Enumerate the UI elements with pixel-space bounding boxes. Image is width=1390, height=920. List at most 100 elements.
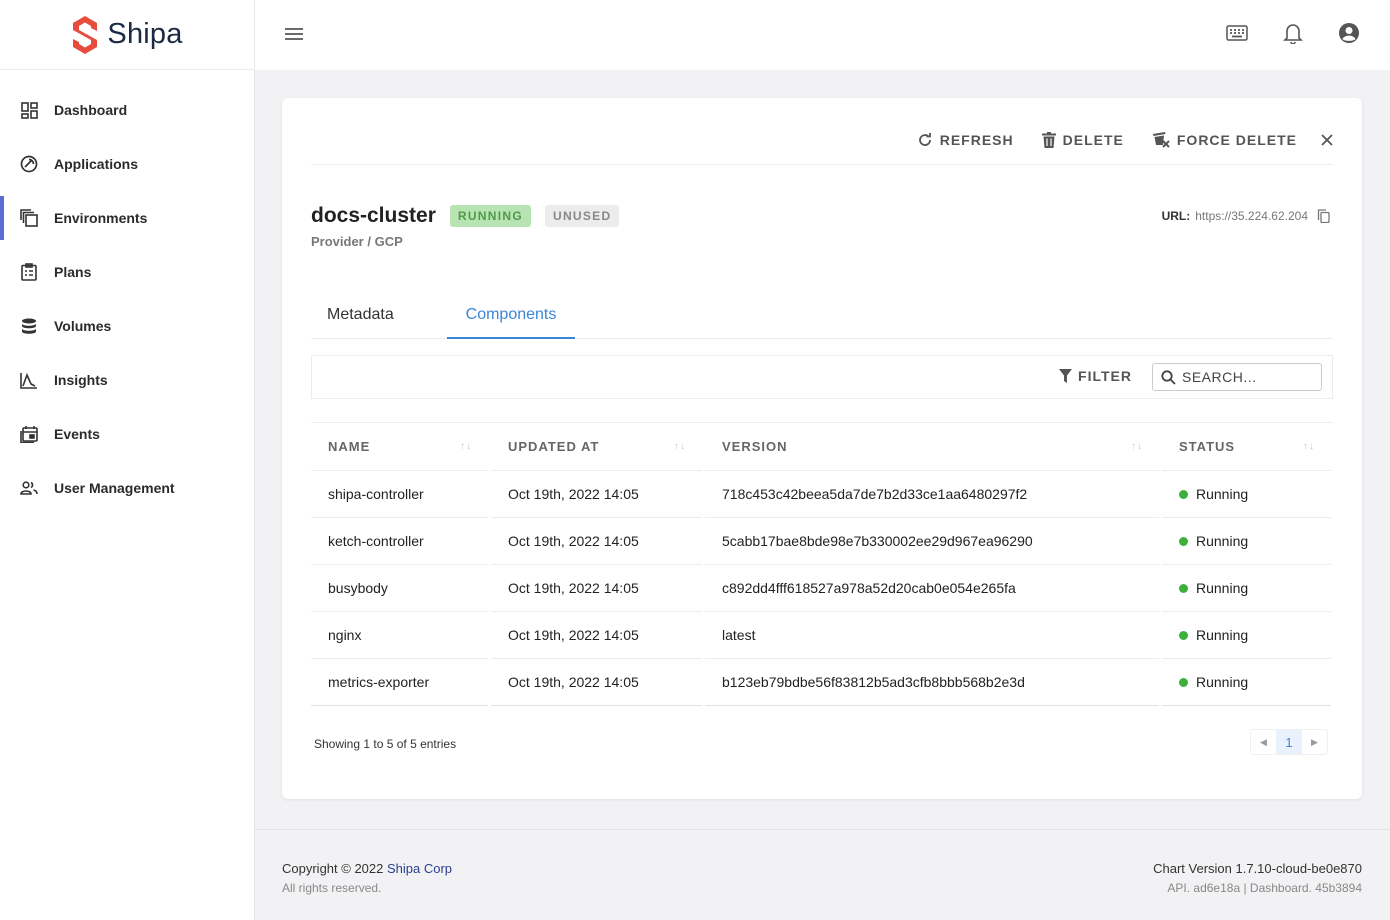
account-icon[interactable] (1338, 22, 1360, 44)
cell-name: busybody (311, 565, 488, 612)
table-row[interactable]: shipa-controller Oct 19th, 2022 14:05 71… (311, 471, 1333, 518)
search-icon (1161, 369, 1176, 385)
filter-label: FILTER (1078, 368, 1132, 384)
table-row[interactable]: metrics-exporter Oct 19th, 2022 14:05 b1… (311, 659, 1333, 706)
status-badge-unused: UNUSED (544, 205, 620, 227)
insights-icon (20, 371, 38, 389)
bell-icon[interactable] (1282, 22, 1304, 44)
sort-icon: ↑↓ (1303, 441, 1315, 452)
sidebar-item-volumes[interactable]: Volumes (0, 299, 254, 353)
sidebar-item-label: Environments (54, 210, 148, 226)
sidebar-item-dashboard[interactable]: Dashboard (0, 83, 254, 137)
cell-updated-at: Oct 19th, 2022 14:05 (491, 565, 702, 612)
cell-name: metrics-exporter (311, 659, 488, 706)
table-info: Showing 1 to 5 of 5 entries (314, 737, 457, 751)
cell-version: c892dd4fff618527a978a52d20cab0e054e265fa (705, 565, 1159, 612)
sidebar-item-label: Insights (54, 372, 108, 388)
column-header-version[interactable]: VERSION ↑↓ (705, 423, 1159, 471)
table-row[interactable]: nginx Oct 19th, 2022 14:05 latest Runnin… (311, 612, 1333, 659)
shipa-logo-icon (73, 15, 98, 54)
table-header: NAME ↑↓ UPDATED AT ↑↓ VERSION ↑↓ STATUS ↑↓ (311, 423, 1333, 471)
table-row[interactable]: busybody Oct 19th, 2022 14:05 c892dd4fff… (311, 565, 1333, 612)
sort-icon: ↑↓ (1131, 441, 1143, 452)
close-button[interactable] (1321, 133, 1333, 146)
sidebar-item-insights[interactable]: Insights (0, 353, 254, 407)
volumes-icon (20, 317, 38, 335)
page-button[interactable]: 1 (1276, 730, 1302, 754)
previous-page-icon[interactable]: ◀ (1251, 737, 1276, 748)
card-actions: REFRESH DELETE FORCE DELETE (917, 131, 1333, 148)
sidebar: Shipa Dashboard Applications Environment… (0, 0, 255, 920)
sidebar-item-label: Applications (54, 156, 139, 172)
cell-updated-at: Oct 19th, 2022 14:05 (491, 612, 702, 659)
environments-icon (20, 209, 38, 227)
copyright-text: Copyright © 2022 (282, 861, 387, 876)
keyboard-icon[interactable] (1226, 22, 1248, 44)
footer-left: Copyright © 2022 Shipa Corp All rights r… (282, 861, 452, 895)
cell-version: 718c453c42beea5da7de7b2d33ce1aa6480297f2 (705, 471, 1159, 518)
copy-icon[interactable] (1317, 209, 1330, 223)
pagination: ◀ 1 ▶ (1250, 729, 1328, 755)
search-box (1152, 363, 1322, 391)
user-management-icon (20, 479, 38, 497)
sidebar-item-label: Plans (54, 264, 92, 280)
brand-name: Shipa (107, 18, 183, 50)
sidebar-item-plans[interactable]: Plans (0, 245, 254, 299)
status-text: Running (1196, 580, 1249, 596)
url-label: URL: (1161, 209, 1191, 223)
menu-icon[interactable] (284, 26, 304, 42)
cell-updated-at: Oct 19th, 2022 14:05 (491, 471, 702, 518)
company-link[interactable]: Shipa Corp (387, 861, 452, 876)
copyright: Copyright © 2022 Shipa Corp (282, 861, 452, 876)
topbar-actions (1226, 22, 1360, 44)
column-header-status[interactable]: STATUS ↑↓ (1162, 423, 1331, 471)
cell-version: 5cabb17bae8bde98e7b330002ee29d967ea96290 (705, 518, 1159, 565)
cell-updated-at: Oct 19th, 2022 14:05 (491, 518, 702, 565)
tab-metadata[interactable]: Metadata (311, 294, 447, 339)
brand-logo[interactable]: Shipa (0, 0, 254, 70)
cell-name: shipa-controller (311, 471, 488, 518)
sort-icon: ↑↓ (460, 441, 472, 452)
dashboard-icon (20, 101, 38, 119)
filter-button[interactable]: FILTER (1059, 368, 1132, 384)
url-value[interactable]: https://35.224.62.204 (1195, 209, 1308, 223)
build-info: API. ad6e18a | Dashboard. 45b3894 (1167, 881, 1362, 895)
cell-name: ketch-controller (311, 518, 488, 565)
status-text: Running (1196, 486, 1249, 502)
cell-status: Running (1162, 518, 1331, 565)
refresh-icon (918, 132, 931, 146)
status-dot-icon (1179, 489, 1188, 499)
cell-name: nginx (311, 612, 488, 659)
column-header-updated-at[interactable]: UPDATED AT ↑↓ (491, 423, 702, 471)
environment-header: docs-cluster RUNNING UNUSED (311, 204, 620, 228)
refresh-label: REFRESH (939, 131, 1014, 148)
cell-status: Running (1162, 659, 1331, 706)
force-delete-button[interactable]: FORCE DELETE (1152, 131, 1297, 148)
tab-bar: Metadata Components (311, 294, 1333, 339)
next-page-icon[interactable]: ▶ (1302, 737, 1327, 748)
sidebar-item-label: Dashboard (54, 102, 128, 118)
cell-status: Running (1162, 565, 1331, 612)
search-input[interactable] (1182, 369, 1312, 385)
provider-label: Provider / GCP (311, 234, 403, 249)
sidebar-nav: Dashboard Applications Environments Plan… (0, 70, 254, 515)
sidebar-item-user-management[interactable]: User Management (0, 461, 254, 515)
sidebar-item-environments[interactable]: Environments (0, 196, 254, 240)
page-title: docs-cluster (311, 204, 436, 227)
column-header-name[interactable]: NAME ↑↓ (311, 423, 488, 471)
table-row[interactable]: ketch-controller Oct 19th, 2022 14:05 5c… (311, 518, 1333, 565)
delete-button[interactable]: DELETE (1041, 131, 1124, 148)
delete-label: DELETE (1062, 131, 1124, 148)
close-icon (1321, 133, 1333, 146)
refresh-button[interactable]: REFRESH (917, 132, 1014, 148)
status-text: Running (1196, 627, 1249, 643)
sidebar-item-events[interactable]: Events (0, 407, 254, 461)
sidebar-item-applications[interactable]: Applications (0, 137, 254, 191)
column-header-label: VERSION (722, 439, 788, 454)
tab-components[interactable]: Components (447, 294, 575, 339)
column-header-label: NAME (328, 439, 371, 454)
events-icon (20, 425, 38, 443)
sort-icon: ↑↓ (674, 441, 686, 452)
column-header-label: UPDATED AT (508, 439, 600, 454)
status-dot-icon (1179, 677, 1188, 687)
